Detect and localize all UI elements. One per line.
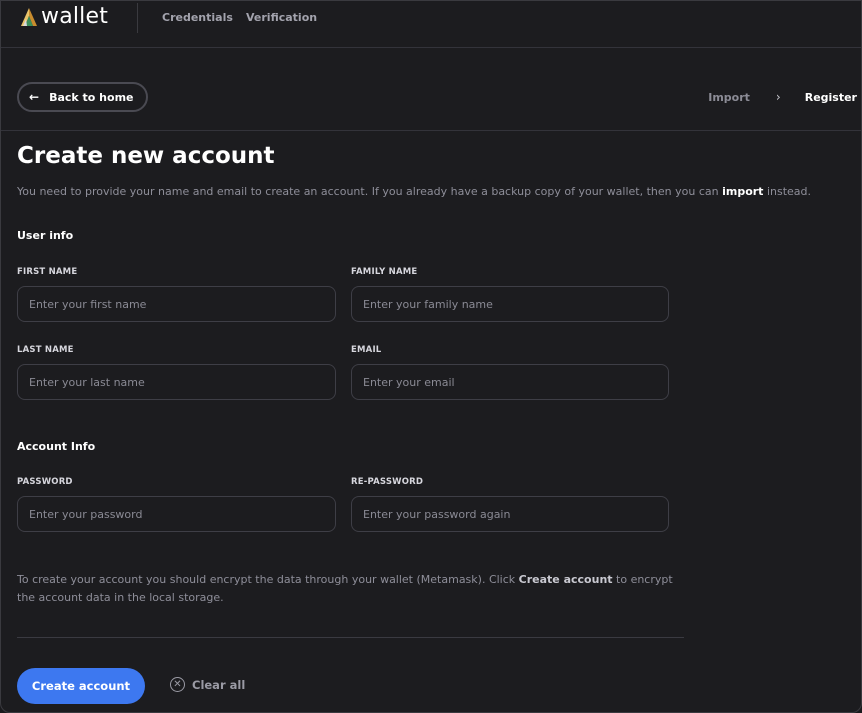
step-breadcrumb: Import › Register bbox=[708, 90, 857, 104]
divider bbox=[17, 637, 684, 638]
last-name-input[interactable] bbox=[17, 364, 336, 400]
chevron-right-icon: › bbox=[775, 90, 781, 104]
arrow-left-icon: ← bbox=[29, 90, 40, 104]
user-info-heading: User info bbox=[17, 229, 74, 242]
app-window: wallet Credentials Verification ← Back t… bbox=[0, 0, 862, 713]
password-input[interactable] bbox=[17, 496, 336, 532]
back-to-home-button[interactable]: ← Back to home bbox=[17, 82, 148, 112]
family-name-input[interactable] bbox=[351, 286, 669, 322]
first-name-label: FIRST NAME bbox=[17, 267, 78, 277]
note-emphasis: Create account bbox=[518, 573, 613, 586]
re-password-input[interactable] bbox=[351, 496, 669, 532]
top-navigation: wallet Credentials Verification bbox=[1, 1, 861, 48]
account-info-heading: Account Info bbox=[17, 440, 96, 453]
email-label: EMAIL bbox=[351, 345, 382, 355]
clear-all-label: Clear all bbox=[192, 677, 246, 692]
sub-header: ← Back to home Import › Register bbox=[1, 48, 861, 131]
page-title: Create new account bbox=[17, 143, 275, 169]
step-register: Register bbox=[804, 90, 857, 104]
intro-text-end: instead. bbox=[763, 185, 812, 198]
clear-all-button[interactable]: ✕ Clear all bbox=[170, 677, 245, 692]
nav-divider bbox=[137, 3, 138, 33]
re-password-label: RE-PASSWORD bbox=[351, 477, 424, 487]
wallet-logo-icon bbox=[21, 7, 37, 26]
password-label: PASSWORD bbox=[17, 477, 73, 487]
email-input[interactable] bbox=[351, 364, 669, 400]
step-import[interactable]: Import bbox=[708, 91, 750, 104]
close-circle-icon: ✕ bbox=[170, 677, 185, 692]
nav-link-verification[interactable]: Verification bbox=[246, 11, 317, 24]
encryption-note: To create your account you should encryp… bbox=[17, 571, 677, 607]
create-account-button[interactable]: Create account bbox=[17, 668, 145, 704]
intro-text: You need to provide your name and email … bbox=[17, 185, 857, 198]
last-name-label: LAST NAME bbox=[17, 345, 74, 355]
note-text-start: To create your account you should encryp… bbox=[17, 573, 519, 586]
first-name-input[interactable] bbox=[17, 286, 336, 322]
logo-text: wallet bbox=[41, 4, 109, 29]
back-to-home-label: Back to home bbox=[49, 90, 134, 104]
import-link[interactable]: import bbox=[722, 185, 763, 198]
logo[interactable]: wallet bbox=[19, 4, 108, 29]
family-name-label: FAMILY NAME bbox=[351, 267, 418, 277]
intro-text-start: You need to provide your name and email … bbox=[17, 185, 723, 198]
nav-link-credentials[interactable]: Credentials bbox=[162, 11, 233, 24]
